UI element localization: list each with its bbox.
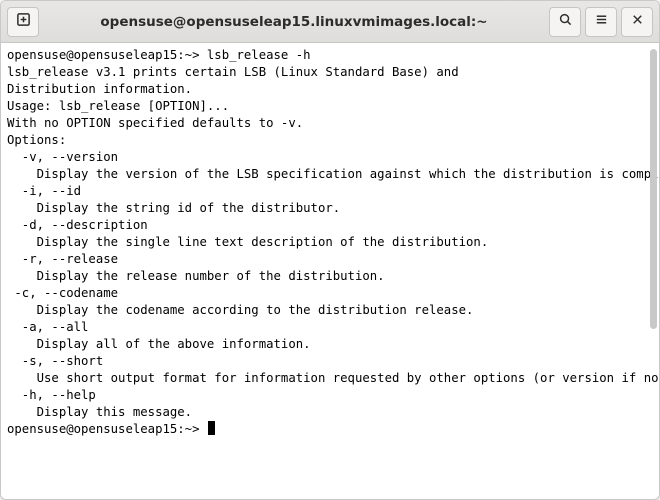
terminal-output-line: Distribution information. (7, 81, 653, 98)
terminal-output-line: -h, --help (7, 387, 653, 404)
terminal-output-line: Use short output format for information … (7, 370, 653, 387)
terminal-viewport: opensuse@opensuseleap15:~> lsb_release -… (1, 43, 659, 499)
terminal-output-line: -c, --codename (7, 285, 653, 302)
terminal-output-line: Usage: lsb_release [OPTION]... (7, 98, 653, 115)
terminal-line: opensuse@opensuseleap15:~> lsb_release -… (7, 47, 653, 64)
command-text: lsb_release -h (207, 48, 311, 62)
terminal-output-line: -i, --id (7, 183, 653, 200)
prompt: opensuse@opensuseleap15:~> (7, 48, 207, 62)
scrollbar-thumb[interactable] (650, 49, 657, 329)
terminal-output-line: Display the codename according to the di… (7, 302, 653, 319)
terminal[interactable]: opensuse@opensuseleap15:~> lsb_release -… (1, 43, 659, 499)
terminal-output-line: Display the release number of the distri… (7, 268, 653, 285)
prompt: opensuse@opensuseleap15:~> (7, 422, 207, 436)
search-button[interactable] (549, 7, 581, 37)
close-button[interactable] (621, 7, 653, 37)
terminal-output-line: Display the version of the LSB specifica… (7, 166, 653, 183)
search-icon (558, 12, 573, 31)
menu-button[interactable] (585, 7, 617, 37)
terminal-output-line: Display the string id of the distributor… (7, 200, 653, 217)
terminal-output-line: Display this message. (7, 404, 653, 421)
terminal-window: opensuse@opensuseleap15.linuxvmimages.lo… (0, 0, 660, 500)
cursor (208, 421, 215, 435)
terminal-output-line: -s, --short (7, 353, 653, 370)
terminal-output-line: -d, --description (7, 217, 653, 234)
terminal-line: opensuse@opensuseleap15:~> (7, 421, 653, 438)
titlebar: opensuse@opensuseleap15.linuxvmimages.lo… (1, 1, 659, 43)
hamburger-menu-icon (594, 12, 609, 31)
terminal-output-line: -a, --all (7, 319, 653, 336)
terminal-output-line: -r, --release (7, 251, 653, 268)
terminal-output-line: Display the single line text description… (7, 234, 653, 251)
window-title: opensuse@opensuseleap15.linuxvmimages.lo… (43, 14, 545, 30)
terminal-output-line: Options: (7, 132, 653, 149)
new-tab-icon (16, 12, 31, 31)
new-tab-button[interactable] (7, 7, 39, 37)
close-icon (630, 12, 645, 31)
terminal-output-line: Display all of the above information. (7, 336, 653, 353)
terminal-output-line: -v, --version (7, 149, 653, 166)
terminal-output-line: With no OPTION specified defaults to -v. (7, 115, 653, 132)
titlebar-right-controls (549, 7, 653, 37)
terminal-output-line: lsb_release v3.1 prints certain LSB (Lin… (7, 64, 653, 81)
